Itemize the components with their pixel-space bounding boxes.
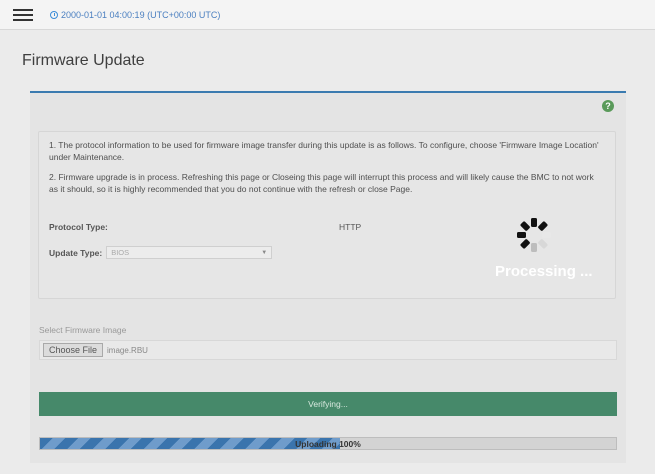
selected-file-name: image.RBU	[107, 345, 148, 355]
protocol-type-label: Protocol Type:	[49, 222, 108, 232]
info-paragraph-2: 2. Firmware upgrade is in process. Refre…	[49, 172, 594, 194]
update-type-select[interactable]: BIOS ▼	[106, 246, 273, 259]
protocol-type-value: HTTP	[339, 222, 362, 232]
top-bar: 2000-01-01 04:00:19 (UTC+00:00 UTC)	[0, 0, 655, 30]
update-type-label: Update Type:	[49, 247, 103, 258]
protocol-type-row: Protocol Type:	[49, 221, 108, 233]
upload-progress-bar: Uploading 100%	[39, 437, 617, 450]
upload-progress-label: Uploading 100%	[295, 438, 361, 449]
verifying-button[interactable]: Verifying...	[39, 392, 617, 416]
help-icon[interactable]: ?	[602, 100, 614, 112]
clock-icon	[50, 10, 58, 19]
processing-overlay: Processing ...	[495, 215, 625, 285]
loading-spinner-icon	[517, 218, 551, 252]
datetime-display: 2000-01-01 04:00:19 (UTC+00:00 UTC)	[50, 10, 220, 20]
select-firmware-label: Select Firmware Image	[39, 325, 127, 335]
firmware-file-field: Choose File image.RBU	[39, 340, 617, 360]
info-paragraph-1: 1. The protocol information to be used f…	[49, 140, 599, 162]
page-title: Firmware Update	[22, 52, 145, 69]
update-type-value: BIOS	[111, 247, 130, 257]
datetime-text: 2000-01-01 04:00:19 (UTC+00:00 UTC)	[61, 9, 221, 20]
choose-file-button[interactable]: Choose File	[43, 343, 104, 357]
processing-text: Processing ...	[495, 263, 593, 280]
hamburger-menu-icon[interactable]	[13, 8, 33, 21]
chevron-down-icon: ▼	[261, 249, 268, 256]
update-type-row: Update Type: BIOS ▼	[49, 246, 273, 259]
